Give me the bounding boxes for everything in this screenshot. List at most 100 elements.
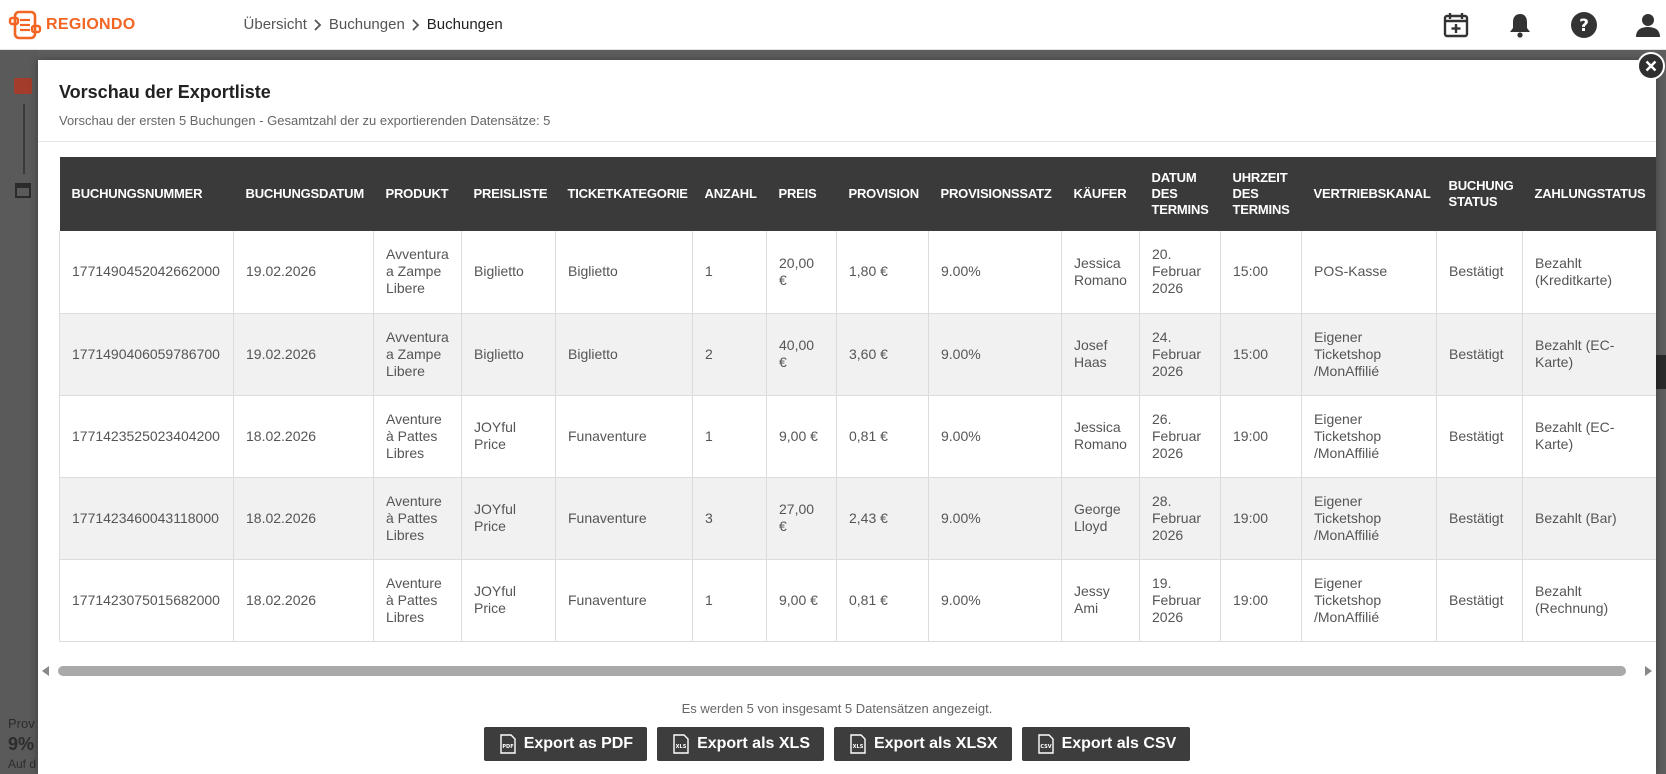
close-modal-button[interactable] <box>1637 52 1665 80</box>
svg-text:?: ? <box>1579 16 1589 36</box>
breadcrumb-item-bookings[interactable]: Buchungen <box>329 16 405 33</box>
breadcrumb: Übersicht Buchungen Buchungen <box>244 16 503 33</box>
export-pdf-button[interactable]: PDF Export as PDF <box>483 727 648 761</box>
table-cell: Bestätigt <box>1436 395 1523 478</box>
table-cell: Bezahlt (Bar) <box>1522 477 1656 560</box>
export-xlsx-button[interactable]: XLS Export als XLSX <box>833 727 1012 761</box>
column-header: UHRZEIT DES TERMINS <box>1220 157 1302 231</box>
table-cell: 18.02.2026 <box>233 477 374 560</box>
table-row: 1771490452042662000 19.02.2026 Avventura… <box>59 231 1656 314</box>
table-cell: 1771490452042662000 <box>59 231 234 314</box>
table-cell: George Lloyd <box>1061 477 1140 560</box>
table-cell: 9.00% <box>928 559 1062 642</box>
table-cell: Jessy Ami <box>1061 559 1140 642</box>
scroll-right-arrow-icon[interactable] <box>1645 666 1652 676</box>
svg-text:XLS: XLS <box>853 744 864 750</box>
modal-subtitle: Vorschau der ersten 5 Buchungen - Gesamt… <box>59 113 551 128</box>
column-header: BUCHUNGSNUMMER <box>59 157 234 231</box>
xls-file-icon: XLS <box>673 734 689 754</box>
column-header: DATUM DES TERMINS <box>1139 157 1221 231</box>
background-sidebar <box>0 50 38 774</box>
table-cell: JOYful Price <box>461 559 556 642</box>
xlsx-file-icon: XLS <box>850 734 866 754</box>
scrollbar-thumb[interactable] <box>58 666 1626 676</box>
regiondo-logo[interactable]: REGIONDO <box>8 0 136 50</box>
table-cell: Jessica Romano <box>1061 231 1140 314</box>
table-cell: 2,43 € <box>836 477 929 560</box>
table-row: 1771423525023404200 18.02.2026 Aventure … <box>59 395 1656 478</box>
table-cell: 20. Februar 2026 <box>1139 231 1221 314</box>
table-cell: 0,81 € <box>836 395 929 478</box>
table-cell: Bestätigt <box>1436 231 1523 314</box>
bell-icon[interactable] <box>1506 11 1534 39</box>
export-preview-table: BUCHUNGSNUMMER BUCHUNGSDATUM PRODUKT PRE… <box>59 157 1656 642</box>
column-header: ZAHLUNGSTATUS <box>1522 157 1656 231</box>
table-cell: Bezahlt (EC-Karte) <box>1522 313 1656 396</box>
export-xlsx-label: Export als XLSX <box>873 735 998 752</box>
table-cell: 27,00 € <box>766 477 837 560</box>
table-cell: 9.00% <box>928 313 1062 396</box>
export-csv-button[interactable]: CSV Export als CSV <box>1021 727 1191 761</box>
column-header: PREIS <box>766 157 837 231</box>
calendar-add-icon[interactable] <box>1442 11 1470 39</box>
table-cell: Jessica Romano <box>1061 395 1140 478</box>
export-button-bar: PDF Export as PDF XLS Export als XLS XLS… <box>38 727 1636 761</box>
table-cell: 19:00 <box>1220 477 1302 560</box>
csv-file-icon: CSV <box>1037 734 1054 754</box>
horizontal-scrollbar[interactable] <box>40 664 1654 678</box>
table-cell: 0,81 € <box>836 559 929 642</box>
help-icon[interactable]: ? <box>1570 11 1598 39</box>
table-cell: Aventure à Pattes Libres <box>373 559 462 642</box>
table-cell: 1771423075015682000 <box>59 559 234 642</box>
table-header-row: BUCHUNGSNUMMER BUCHUNGSDATUM PRODUKT PRE… <box>59 157 1656 231</box>
table-cell: Avventura a Zampe Libere <box>373 231 462 314</box>
breadcrumb-item-overview[interactable]: Übersicht <box>244 16 307 33</box>
scroll-left-arrow-icon[interactable] <box>42 666 49 676</box>
table-row: 1771423460043118000 18.02.2026 Aventure … <box>59 477 1656 560</box>
table-cell: JOYful Price <box>461 477 556 560</box>
user-icon[interactable] <box>1634 11 1662 39</box>
table-cell: Aventure à Pattes Libres <box>373 477 462 560</box>
export-xls-label: Export als XLS <box>697 735 810 752</box>
close-icon <box>1645 60 1657 72</box>
table-cell: 3,60 € <box>836 313 929 396</box>
table-cell: Funaventure <box>555 477 693 560</box>
column-header: KÄUFER <box>1061 157 1140 231</box>
table-cell: 19. Februar 2026 <box>1139 559 1221 642</box>
column-header: PREISLISTE <box>461 157 556 231</box>
table-cell: 20,00 € <box>766 231 837 314</box>
table-cell: 9,00 € <box>766 559 837 642</box>
column-header: PROVISIONSSATZ <box>928 157 1062 231</box>
export-preview-modal: Vorschau der Exportliste Vorschau der er… <box>38 60 1656 774</box>
chevron-right-icon <box>405 18 427 31</box>
table-cell: 19:00 <box>1220 559 1302 642</box>
table-cell: Josef Haas <box>1061 313 1140 396</box>
column-header: TICKETKATEGORIE <box>555 157 693 231</box>
table-cell: Funaventure <box>555 559 693 642</box>
table-cell: Bezahlt (Rechnung) <box>1522 559 1656 642</box>
table-cell: 2 <box>692 313 767 396</box>
top-navigation-bar: REGIONDO Übersicht Buchungen Buchungen ? <box>0 0 1666 50</box>
table-row: 1771423075015682000 18.02.2026 Aventure … <box>59 559 1656 642</box>
table-cell: 1 <box>692 231 767 314</box>
export-table-container[interactable]: BUCHUNGSNUMMER BUCHUNGSDATUM PRODUKT PRE… <box>59 157 1656 705</box>
table-cell: Eigener Ticketshop /MonAffilié <box>1301 477 1437 560</box>
top-icon-group: ? <box>1442 0 1666 50</box>
table-cell: Biglietto <box>461 231 556 314</box>
export-xls-button[interactable]: XLS Export als XLS <box>657 727 824 761</box>
table-row: 1771490406059786700 19.02.2026 Avventura… <box>59 313 1656 396</box>
table-cell: 9,00 € <box>766 395 837 478</box>
column-header: ANZAHL <box>692 157 767 231</box>
table-cell: 1771423525023404200 <box>59 395 234 478</box>
background-prov-label: Prov <box>8 716 35 731</box>
table-cell: Avventura a Zampe Libere <box>373 313 462 396</box>
table-cell: 1771423460043118000 <box>59 477 234 560</box>
column-header: PRODUKT <box>373 157 462 231</box>
table-cell: 18.02.2026 <box>233 395 374 478</box>
background-auf-label: Auf d <box>8 757 37 771</box>
column-header: BUCHUNG STATUS <box>1436 157 1523 231</box>
modal-title: Vorschau der Exportliste <box>59 82 271 102</box>
table-cell: 26. Februar 2026 <box>1139 395 1221 478</box>
background-divider <box>23 104 25 174</box>
svg-text:PDF: PDF <box>502 744 513 750</box>
